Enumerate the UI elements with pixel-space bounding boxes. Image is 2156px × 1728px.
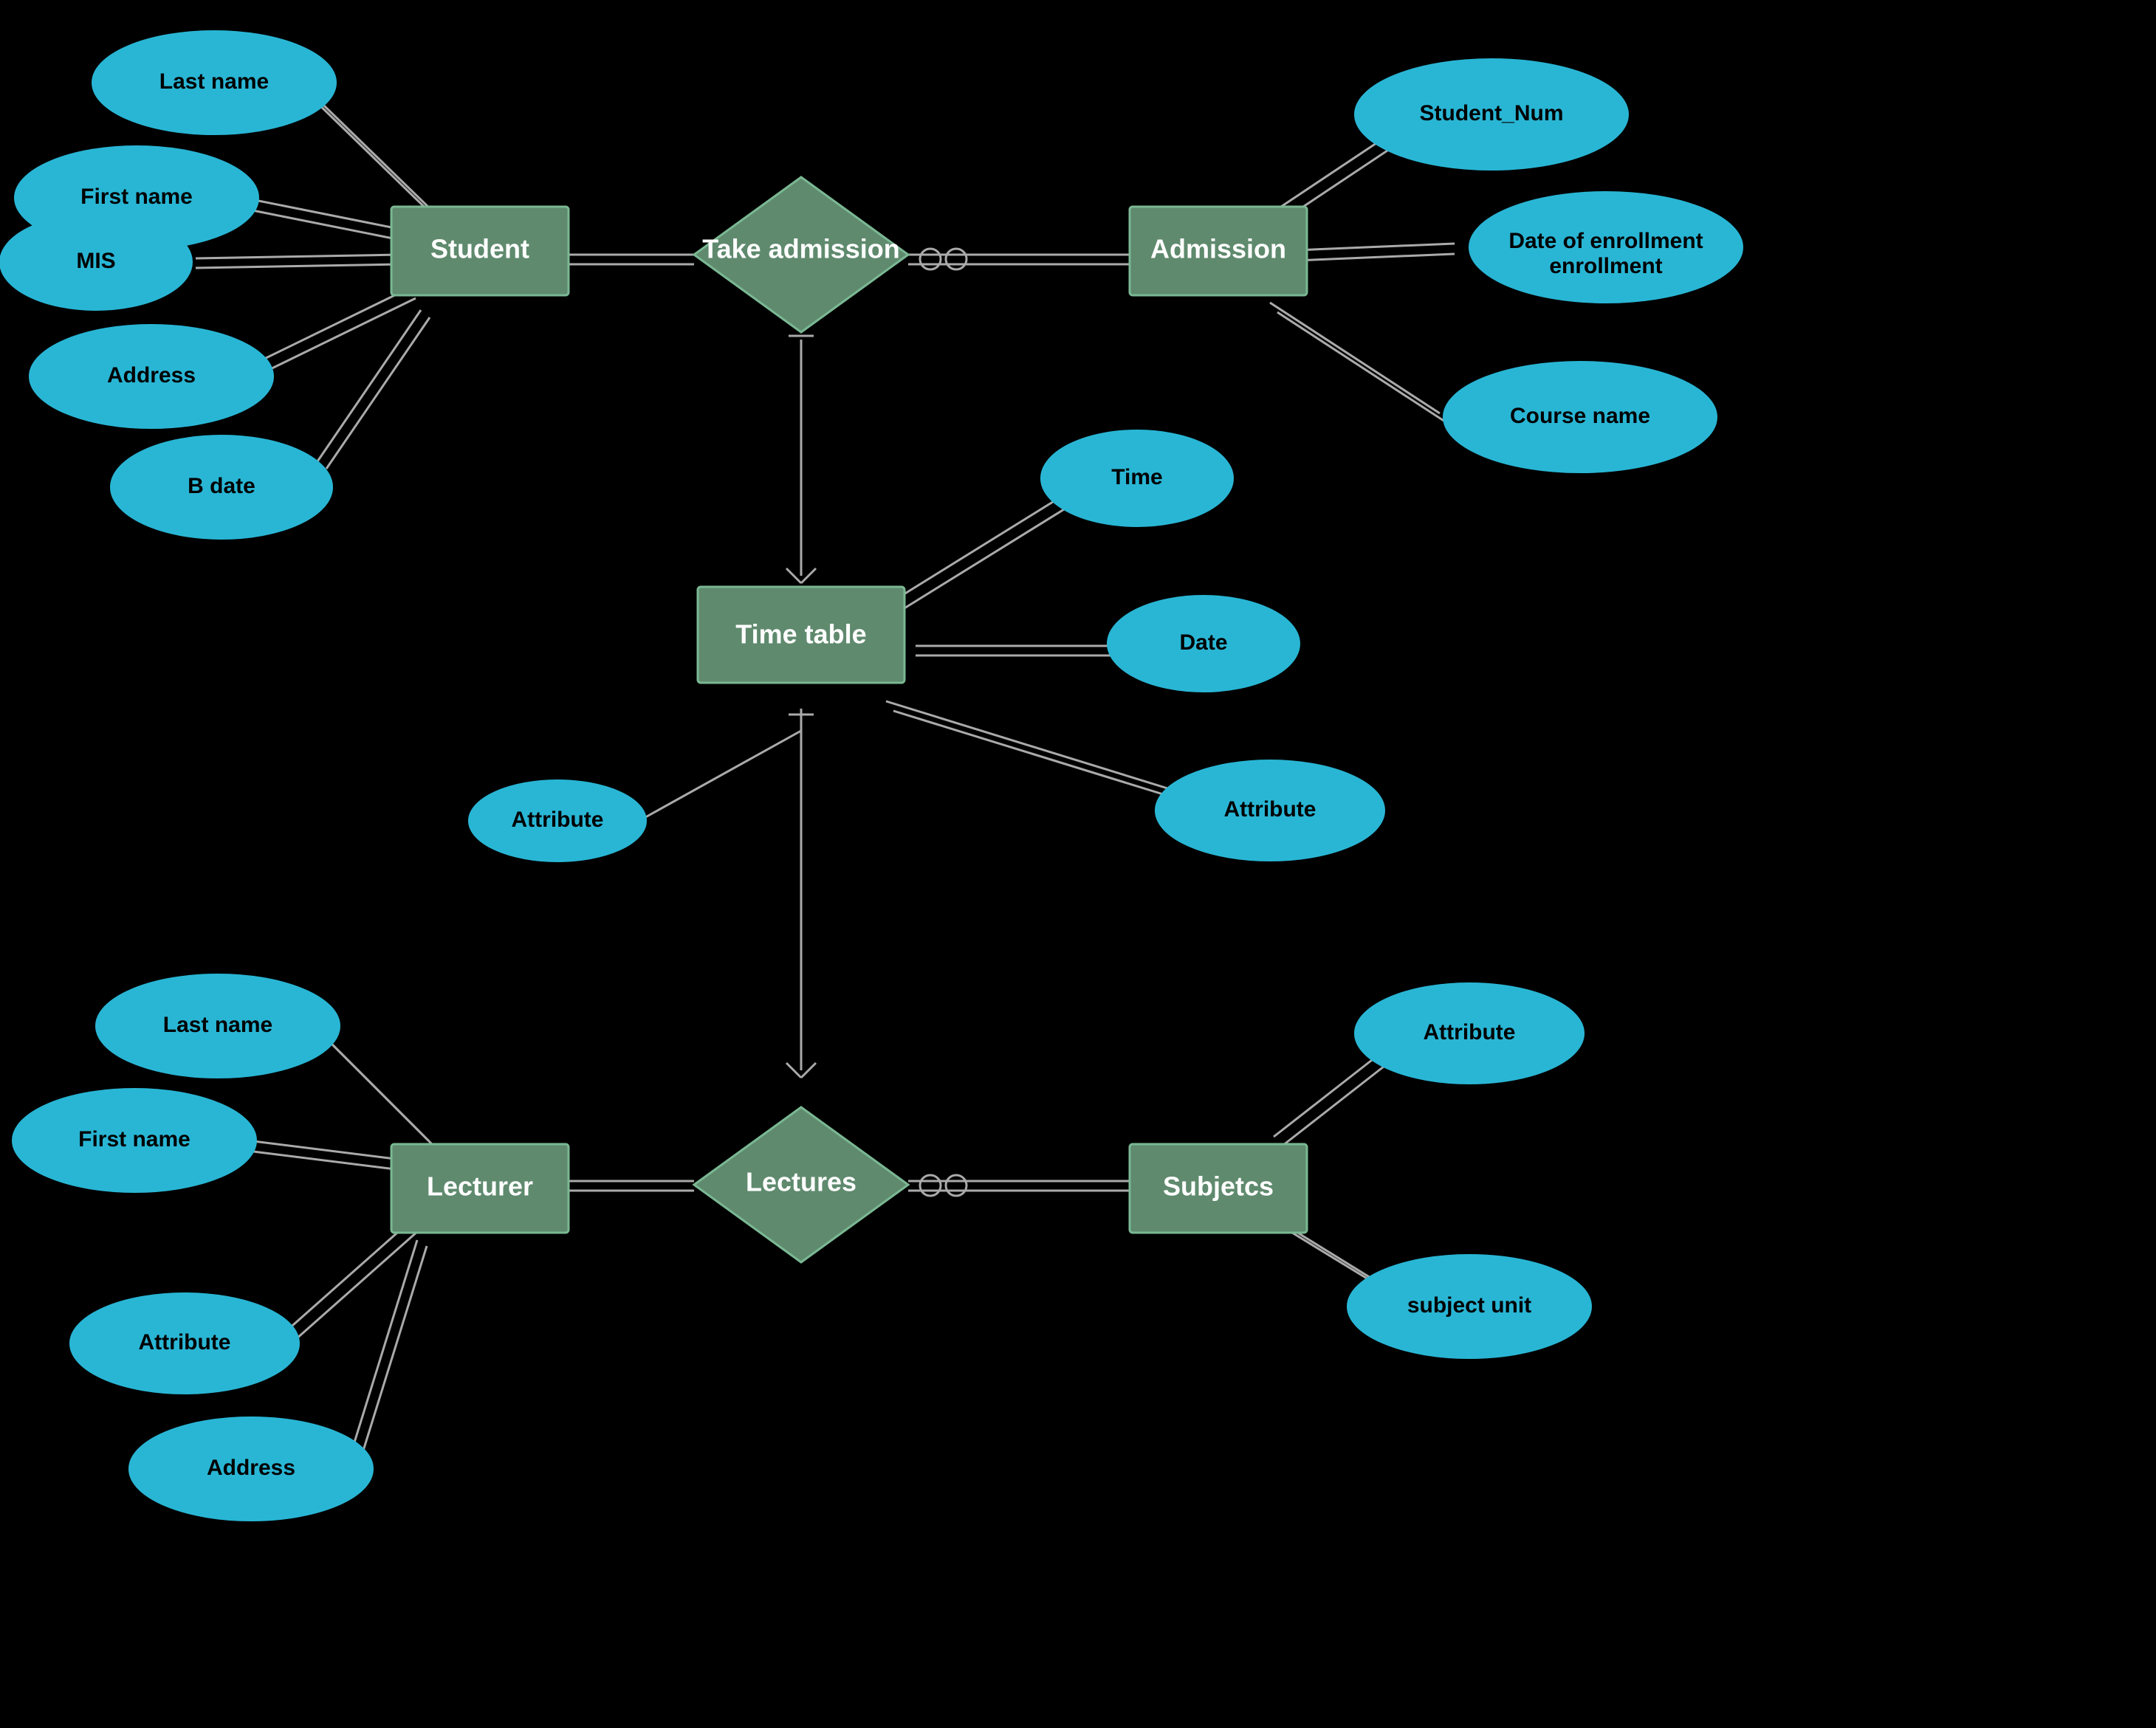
attr-subject-unit-label: subject unit <box>1407 1293 1531 1318</box>
attr-lastname-student-label: Last name <box>159 69 269 94</box>
conn-attr-lect <box>281 1222 410 1336</box>
conn-bdate-student2 <box>326 317 430 469</box>
entity-timetable-label: Time table <box>735 619 866 650</box>
attr-address-lect-label: Address <box>207 1456 295 1480</box>
mark-tt-top2 <box>801 568 816 583</box>
attr-address-student-label: Address <box>107 363 196 388</box>
conn-attr-tt2 <box>893 711 1204 807</box>
attr-dateenrollment-label: Date of enrollment <box>1508 229 1703 253</box>
attr-mis-label: MIS <box>76 249 115 273</box>
circ-ta-r2 <box>946 249 967 269</box>
attr-attribute-lect-label: Attribute <box>139 1330 231 1354</box>
conn-time-tt2 <box>895 500 1079 614</box>
entity-student-label: Student <box>430 234 529 264</box>
attr-coursename-label: Course name <box>1510 404 1650 428</box>
conn-bdate-student <box>317 310 421 461</box>
conn-address-lect <box>351 1240 417 1454</box>
conn-firstname-lect <box>247 1140 395 1159</box>
attr-firstname-student-label: First name <box>80 185 193 209</box>
mark-tt-top1 <box>786 568 801 583</box>
conn-firstname-lect2 <box>247 1151 395 1169</box>
er-diagram: Student Admission Time table Lecturer Su… <box>0 0 2156 1728</box>
entity-subjetcs-label: Subjetcs <box>1163 1171 1274 1202</box>
attr-date-tt-label: Date <box>1179 630 1227 655</box>
circ-lect-r2 <box>946 1175 967 1196</box>
entity-admission-label: Admission <box>1150 234 1286 264</box>
conn-address-student2 <box>264 298 416 372</box>
conn-attr-mid <box>635 731 801 823</box>
attr-studentnum-label: Student_Num <box>1420 101 1564 125</box>
conn-address-student <box>258 288 410 362</box>
circ-lect-r1 <box>920 1175 941 1196</box>
attr-bdate-label: B date <box>188 474 255 498</box>
conn-address-lect2 <box>360 1246 427 1460</box>
rel-lectures-label: Lectures <box>746 1167 856 1197</box>
conn-coursename-admission2 <box>1277 312 1447 423</box>
conn-time-tt <box>886 491 1071 605</box>
conn-mis-student2 <box>196 264 399 268</box>
rel-take-admission-label: Take admission <box>702 234 899 264</box>
conn-attr-subj2 <box>1283 1053 1401 1146</box>
entity-lecturer-label: Lecturer <box>427 1171 533 1202</box>
attr-attribute-tt-label: Attribute <box>1224 797 1316 822</box>
conn-attr-tt <box>886 701 1196 797</box>
conn-attr-lect2 <box>289 1230 419 1345</box>
mark-lect-top2 <box>801 1063 816 1078</box>
conn-mis-student <box>196 255 399 258</box>
attr-dateenrollment-label2: enrollment <box>1549 254 1662 278</box>
attr-attribute-mid-label: Attribute <box>512 808 604 832</box>
circ-ta-r1 <box>920 249 941 269</box>
mark-lect-top1 <box>786 1063 801 1078</box>
attr-attribute-subj-label: Attribute <box>1424 1020 1516 1044</box>
attr-lastname-lect-label: Last name <box>163 1013 272 1037</box>
attr-firstname-lect-label: First name <box>78 1127 190 1152</box>
conn-coursename-admission <box>1270 303 1440 413</box>
attr-time-label: Time <box>1111 465 1162 489</box>
conn-lastname-lect2 <box>326 1039 437 1149</box>
